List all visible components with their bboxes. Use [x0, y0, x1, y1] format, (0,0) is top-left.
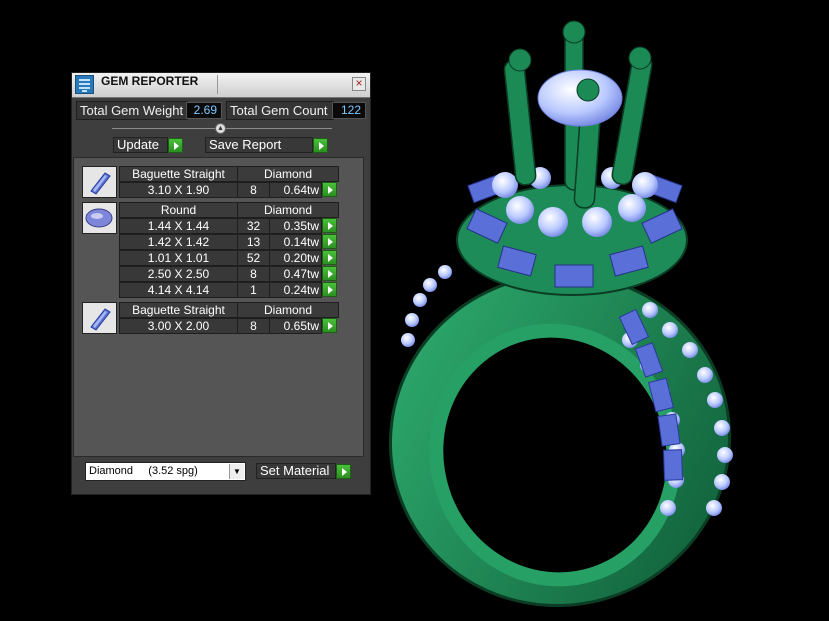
total-gem-weight-value: 2.69 — [186, 102, 222, 119]
gem-reporter-app-icon — [75, 75, 94, 94]
row-select-arrow-icon[interactable] — [322, 282, 337, 297]
row-select-arrow-icon[interactable] — [322, 218, 337, 233]
gem-count-cell: 8 — [237, 182, 270, 198]
gem-weight-cell: 0.47tw — [269, 266, 322, 282]
material-selected-value: Diamond (3.52 spg) — [89, 465, 198, 477]
gem-count-cell: 1 — [237, 282, 270, 298]
gem-reporter-panel: GEM REPORTER × Total Gem Weight 2.69 Tot… — [71, 72, 371, 495]
gem-count-cell: 8 — [237, 266, 270, 282]
gem-weight-cell: 0.14tw — [269, 234, 322, 250]
gem-count-cell: 8 — [237, 318, 270, 334]
round-gem-icon — [82, 202, 117, 234]
gem-weight-cell: 0.24tw — [269, 282, 322, 298]
gem-count-cell: 32 — [237, 218, 270, 234]
gem-cut-label: Baguette Straight — [119, 166, 238, 182]
update-button[interactable]: Update — [113, 137, 168, 153]
row-select-arrow-icon[interactable] — [322, 266, 337, 281]
total-gem-count-value: 122 — [332, 102, 366, 119]
gem-material-label: Diamond — [237, 202, 339, 218]
gem-weight-cell: 0.35tw — [269, 218, 322, 234]
gem-size-cell: 1.42 X 1.42 — [119, 234, 238, 250]
gem-report-table: Baguette Straight Diamond 3.10 X 1.90 8 0.64… — [73, 157, 364, 457]
set-material-button[interactable]: Set Material — [256, 463, 336, 479]
gem-count-cell: 52 — [237, 250, 270, 266]
close-icon[interactable]: × — [352, 77, 366, 91]
gem-count-cell: 13 — [237, 234, 270, 250]
ring-model — [388, 20, 733, 607]
save-report-arrow-icon[interactable] — [313, 138, 328, 153]
gem-size-cell: 2.50 X 2.50 — [119, 266, 238, 282]
gem-size-cell: 3.10 X 1.90 — [119, 182, 238, 198]
gem-material-label: Diamond — [237, 166, 339, 182]
row-select-arrow-icon[interactable] — [322, 182, 337, 197]
divider-slider-handle[interactable]: ▲ — [215, 123, 226, 134]
row-select-arrow-icon[interactable] — [322, 250, 337, 265]
panel-titlebar[interactable]: GEM REPORTER × — [72, 73, 370, 98]
row-select-arrow-icon[interactable] — [322, 318, 337, 333]
gem-material-label: Diamond — [237, 302, 339, 318]
gem-cut-label: Round — [119, 202, 238, 218]
set-material-arrow-icon[interactable] — [336, 464, 351, 479]
panel-title: GEM REPORTER — [101, 74, 199, 88]
gem-weight-cell: 0.65tw — [269, 318, 322, 334]
row-select-arrow-icon[interactable] — [322, 234, 337, 249]
update-arrow-icon[interactable] — [168, 138, 183, 153]
save-report-button[interactable]: Save Report — [205, 137, 313, 153]
gem-cut-label: Baguette Straight — [119, 302, 238, 318]
total-gem-weight-label: Total Gem Weight — [76, 101, 188, 120]
gem-weight-cell: 0.20tw — [269, 250, 322, 266]
gem-weight-cell: 0.64tw — [269, 182, 322, 198]
material-select[interactable]: Diamond (3.52 spg) ▼ — [85, 462, 246, 481]
baguette-gem-icon — [82, 302, 117, 334]
gem-size-cell: 1.44 X 1.44 — [119, 218, 238, 234]
gem-size-cell: 3.00 X 2.00 — [119, 318, 238, 334]
baguette-gem-icon — [82, 166, 117, 198]
gem-size-cell: 4.14 X 4.14 — [119, 282, 238, 298]
total-gem-count-label: Total Gem Count — [226, 101, 334, 120]
gem-size-cell: 1.01 X 1.01 — [119, 250, 238, 266]
chevron-down-icon[interactable]: ▼ — [229, 464, 244, 479]
titlebar-divider — [217, 75, 218, 94]
